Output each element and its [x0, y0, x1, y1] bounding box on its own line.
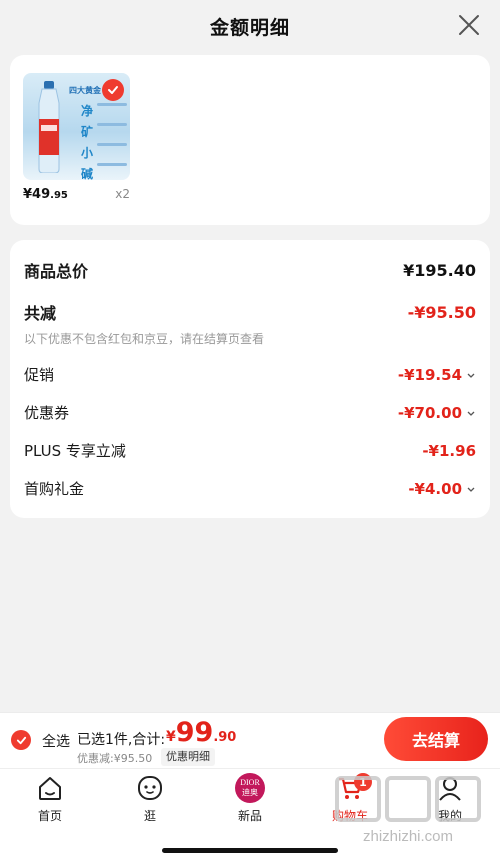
- discount-note: 以下优惠不包含红包和京豆，请在结算页查看: [24, 332, 265, 346]
- thumb-char: 小: [81, 146, 94, 160]
- discount-label: 促销: [24, 366, 55, 384]
- discount-detail-button[interactable]: 优惠明细: [161, 748, 215, 766]
- face-icon: [135, 773, 165, 803]
- close-icon[interactable]: [456, 12, 482, 38]
- total-reduction-row: 共减 -¥95.50: [24, 300, 476, 324]
- discount-label: 优惠券: [24, 404, 70, 422]
- home-icon: [35, 773, 65, 803]
- discount-row-promotion[interactable]: 促销 -¥19.54: [24, 364, 476, 385]
- home-indicator: [162, 848, 338, 853]
- chevron-down-icon: [467, 411, 475, 416]
- amount-detail-sheet: 金额明细 四大黄金 净 矿 小 碱 ¥49.95 x2 商品总价 ¥195.40…: [0, 0, 500, 712]
- discount-value: -¥70.00: [398, 404, 476, 422]
- product-quantity: x2: [115, 187, 130, 201]
- checkout-bar: 全选 已选1件,合计: ¥99.90 优惠减:¥95.50 优惠明细 去结算: [0, 712, 500, 768]
- discount-label: 首购礼金: [24, 480, 85, 498]
- chevron-down-icon: [467, 487, 475, 492]
- total-price-value: ¥195.40: [403, 260, 476, 280]
- tab-home[interactable]: 首页: [10, 773, 90, 829]
- tab-browse[interactable]: 逛: [110, 773, 190, 829]
- thumb-banner: 四大黄金: [69, 86, 101, 95]
- sheet-header: 金额明细: [0, 0, 500, 52]
- checkout-button[interactable]: 去结算: [384, 717, 488, 761]
- thumb-char: 净: [81, 104, 94, 118]
- thumb-chars: 净 矿 小 碱: [81, 101, 95, 180]
- total-price-label: 商品总价: [24, 262, 89, 281]
- dior-logo: DIOR 迪奥: [235, 773, 265, 803]
- watermark-logo: [320, 776, 496, 822]
- checkout-total-price: ¥99.90: [166, 717, 237, 748]
- product-price-row: ¥49.95 x2: [23, 187, 130, 202]
- discount-value: -¥4.00: [408, 480, 476, 498]
- product-thumbnail[interactable]: 四大黄金 净 矿 小 碱: [23, 73, 130, 180]
- discount-value: -¥1.96: [422, 441, 476, 460]
- product-price: ¥49.95: [23, 187, 68, 202]
- select-all-label[interactable]: 全选: [42, 731, 70, 751]
- amount-summary-card: 商品总价 ¥195.40 共减 -¥95.50 以下优惠不包含红包和京豆，请在结…: [10, 240, 490, 518]
- discount-row-plus: PLUS 专享立减 -¥1.96: [24, 440, 476, 461]
- tab-label: 新品: [237, 809, 262, 823]
- product-card: 四大黄金 净 矿 小 碱 ¥49.95 x2: [10, 55, 490, 225]
- chevron-down-icon: [467, 373, 475, 378]
- discount-amount-text: 优惠减:¥95.50: [77, 752, 153, 765]
- tab-label: 逛: [143, 809, 156, 823]
- selected-count-text: 已选1件,合计:: [77, 732, 166, 748]
- discount-row-coupon[interactable]: 优惠券 -¥70.00: [24, 402, 476, 423]
- thumb-char: 矿: [81, 125, 94, 139]
- thumb-notes: [97, 103, 127, 180]
- tab-label: 首页: [37, 809, 62, 823]
- site-watermark: zhizhizhi.com: [320, 776, 496, 860]
- discount-label: PLUS 专享立减: [24, 442, 126, 460]
- total-reduction-label: 共减: [24, 304, 57, 323]
- sheet-title: 金额明细: [209, 16, 290, 39]
- thumb-char: 碱: [81, 167, 94, 180]
- discount-value: -¥19.54: [398, 366, 476, 384]
- tab-new-products[interactable]: DIOR 迪奥 新品: [210, 773, 290, 829]
- total-price-row: 商品总价 ¥195.40: [24, 258, 476, 282]
- total-reduction-value: -¥95.50: [407, 302, 476, 322]
- watermark-text: zhizhizhi.com: [362, 828, 454, 845]
- discount-row-first-purchase[interactable]: 首购礼金 -¥4.00: [24, 478, 476, 499]
- selected-check-icon[interactable]: [102, 79, 124, 101]
- select-all-check-icon[interactable]: [11, 730, 31, 750]
- water-bottle-image: [38, 81, 60, 173]
